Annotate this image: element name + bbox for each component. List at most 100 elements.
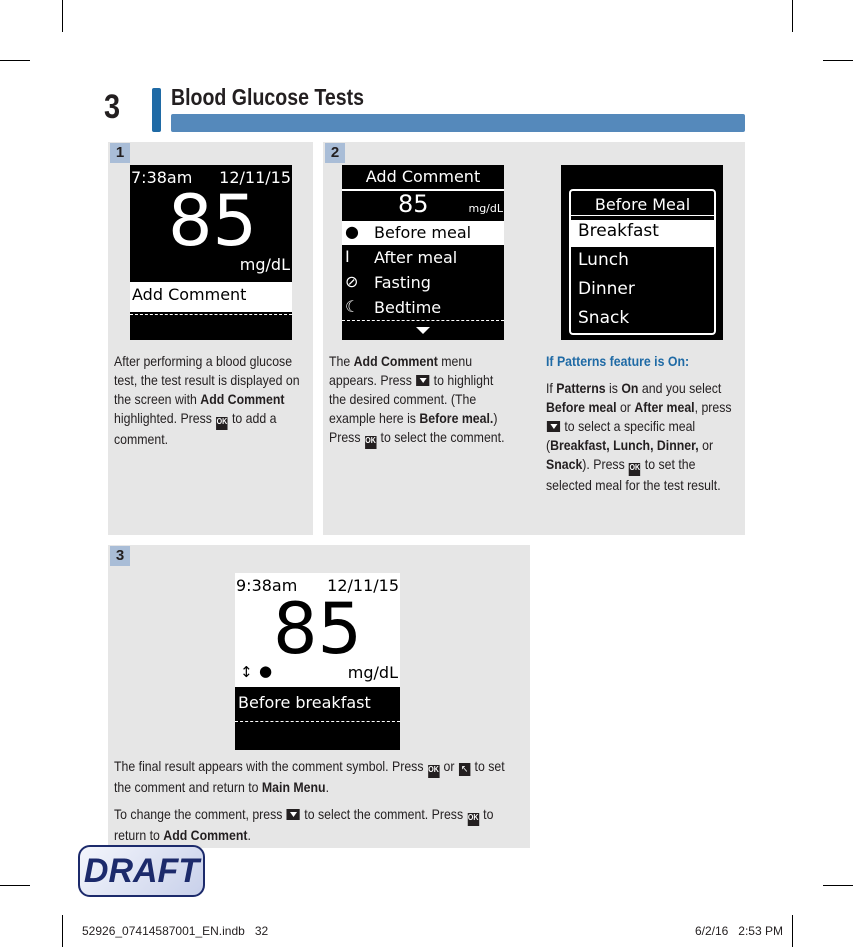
note-text: If Patterns is On and you select Before … (546, 379, 740, 495)
back-button-icon: ↖ (458, 763, 471, 776)
scroll-down-arrow-icon (416, 327, 430, 334)
apple-icon: ● (259, 662, 273, 680)
menu-item: ⊘ Fasting (342, 271, 504, 295)
moon-icon: ☾ (345, 297, 360, 316)
divider (130, 314, 292, 315)
text: to select the comment. Press (300, 806, 467, 822)
unit: mg/dL (468, 202, 503, 215)
before-meal-screen: Before Meal Breakfast Lunch Dinner Snack (561, 165, 723, 340)
draft-stamp: DRAFT (78, 845, 205, 897)
crop-mark (792, 0, 793, 32)
meal-item: Dinner (578, 279, 635, 299)
trend-arrow-icon: ↕ (240, 663, 253, 681)
crop-mark (62, 915, 63, 947)
bold-text: Breakfast, Lunch, Dinner, (550, 437, 699, 453)
paragraph: To change the comment, press to select t… (114, 805, 519, 845)
add-comment-item: Add Comment (130, 282, 292, 312)
ok-button-icon: OK (427, 765, 440, 778)
ok-button-icon: OK (467, 813, 479, 826)
step-3-panel: 3 9:38am 12/11/15 85 ↕ ● mg/dL Before br… (108, 545, 530, 848)
text: or (616, 399, 635, 415)
divider (342, 320, 504, 321)
bold-text: Add Comment (353, 353, 438, 369)
bold-text: Add Comment (200, 391, 285, 407)
text: to select the comment. (377, 429, 505, 445)
menu-item-label: Before meal (374, 223, 472, 242)
step-badge: 2 (325, 143, 345, 163)
step-2-text: The Add Comment menu appears. Press to h… (329, 352, 509, 457)
apple-icon: ● (345, 222, 359, 241)
paragraph: After performing a blood glucose test, t… (114, 352, 308, 449)
patterns-note: If Patterns feature is On: If Patterns i… (546, 352, 740, 503)
title-bar (171, 114, 745, 132)
menu-item-label: Fasting (374, 273, 431, 292)
down-button-icon (546, 421, 561, 432)
step-2-panel: 2 Add Comment 85 mg/dL ● Before meal Ⅰ Afte… (323, 142, 745, 535)
text: , press (694, 399, 732, 415)
add-comment-screen: Add Comment 85 mg/dL ● Before meal Ⅰ After … (342, 165, 504, 340)
paragraph: The final result appears with the commen… (114, 757, 519, 797)
text: or (698, 437, 714, 453)
text: is (605, 380, 622, 396)
page-title: Blood Glucose Tests (171, 84, 365, 110)
menu-item-label: Bedtime (374, 298, 442, 317)
bold-text: Before meal (546, 399, 617, 415)
glucose-value: 85 (273, 588, 363, 670)
unit: mg/dL (239, 255, 290, 274)
bold-text: Patterns (556, 380, 606, 396)
crop-mark (823, 885, 853, 886)
text: and you select (638, 380, 722, 396)
menu-item: Ⅰ After meal (342, 246, 504, 270)
unit: mg/dL (347, 663, 398, 682)
step-badge: 1 (110, 143, 130, 163)
menu-item-label: After meal (374, 248, 458, 267)
down-button-icon (416, 375, 430, 386)
chapter-number: 3 (104, 88, 121, 126)
text: highlighted. Press (114, 410, 216, 426)
bold-text: Add Comment (163, 827, 248, 843)
text: The (329, 353, 354, 369)
crop-mark (62, 0, 63, 32)
text: To change the comment, press (114, 806, 286, 822)
menu-item: ● Before meal (342, 221, 504, 245)
glucose-value: 85 (398, 190, 429, 218)
glucose-value: 85 (168, 180, 258, 262)
menu-item: ☾ Bedtime (342, 296, 504, 320)
chapter-accent-bar (152, 88, 161, 132)
crop-mark (0, 885, 30, 886)
ok-button-icon: OK (216, 417, 228, 430)
note-title: If Patterns feature is On: (546, 353, 690, 369)
result-screen: 9:38am 12/11/15 85 ↕ ● mg/dL Before brea… (235, 573, 400, 750)
text: The final result appears with the commen… (114, 758, 427, 774)
crop-mark (0, 60, 30, 61)
text: If (546, 380, 557, 396)
step-badge: 3 (110, 546, 130, 566)
step-1-text: After performing a blood glucose test, t… (114, 352, 308, 457)
divider (571, 215, 714, 216)
screen-header: Before Meal (594, 195, 691, 214)
text: ). Press (582, 456, 629, 472)
paragraph: If Patterns is On and you select Before … (546, 379, 740, 495)
bold-text: Main Menu (261, 779, 326, 795)
meal-item: Lunch (578, 250, 629, 270)
apple-core-icon: Ⅰ (345, 247, 350, 266)
text: . (247, 827, 251, 843)
meal-item: Breakfast (571, 220, 714, 247)
text: or (440, 758, 458, 774)
screen-header: Add Comment (365, 167, 481, 186)
footer-timestamp: 6/2/16 2:53 PM (694, 924, 783, 938)
divider (235, 721, 400, 722)
ok-button-icon: OK (629, 463, 641, 476)
step-3-text: The final result appears with the commen… (114, 757, 519, 853)
no-symbol-icon: ⊘ (345, 272, 359, 291)
bold-text: Before meal. (419, 410, 494, 426)
bold-text: Snack (546, 456, 583, 472)
ok-button-icon: OK (364, 436, 377, 449)
crop-mark (823, 60, 853, 61)
footer-file: 52926_07414587001_EN.indb 32 (82, 924, 269, 938)
step-1-panel: 1 7:38am 12/11/15 85 mg/dL Add Comment A… (108, 142, 313, 535)
crop-mark (792, 915, 793, 947)
bold-text: After meal (634, 399, 695, 415)
paragraph: The Add Comment menu appears. Press to h… (329, 352, 509, 449)
down-button-icon (286, 809, 300, 820)
